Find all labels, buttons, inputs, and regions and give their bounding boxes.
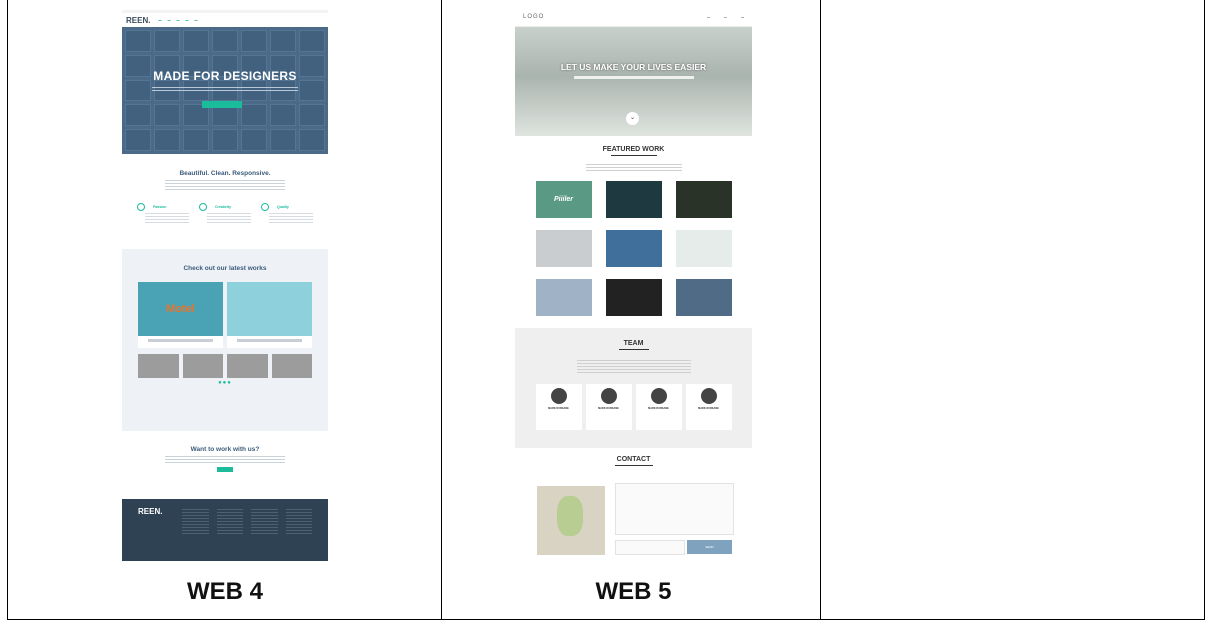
hero: MADE FOR DESIGNERS [122,27,328,154]
nav-menu: ▬ ▬ ▬ [707,15,744,19]
feature-item: Quality [261,203,313,225]
portfolio-grid: Piiiler [515,181,752,316]
portfolio-item [535,230,592,267]
team-section: TEAM MARK DURKANE MARK DURKANE MARK DURK… [515,328,752,448]
logo: LOGO [523,13,545,20]
footer-columns [182,509,312,535]
work-cards: Motel [122,272,328,348]
card-image: Motel [138,282,223,336]
map [537,486,605,555]
portfolio-item [675,181,732,218]
caption-web5: WEB 5 [595,578,672,605]
work-card [227,282,312,348]
portfolio-item [605,279,662,316]
work-thumbnails [122,348,328,378]
column-divider [820,0,821,620]
portfolio-item [605,181,662,218]
star-icon [261,203,269,211]
title-underline [614,465,653,466]
send-button: SEND [687,540,732,554]
feature-item: Creativity [199,203,251,225]
team-members: MARK DURKANE MARK DURKANE MARK DURKANE M… [515,384,752,430]
nav-item: ▬ [167,18,171,22]
hero: LET US MAKE YOUR LIVES EASIER ⌄ [515,27,752,136]
avatar [600,388,617,404]
featured-title: FEATURED WORK [602,146,665,153]
nav-item: ▬ [194,18,198,22]
team-member-card: MARK DURKANE [685,384,732,430]
portfolio-item [605,230,662,267]
section-title: Beautiful. Clean. Responsive. [179,170,271,177]
team-member-card: MARK DURKANE [535,384,582,430]
web5-screenshot: LOGO ▬ ▬ ▬ LET US MAKE YOUR LIVES EASIER ⌄… [515,7,752,560]
nav-item: ▬ [158,18,162,22]
works-title: Check out our latest works [183,265,267,272]
intro-text [165,180,285,192]
contact-section: CONTACT SEND [515,448,752,560]
hero-title: LET US MAKE YOUR LIVES EASIER [560,62,707,72]
nav-item: ▬ [707,14,710,19]
hero-title: MADE FOR DESIGNERS [153,69,297,83]
footer: REEN. [122,499,328,561]
cta-section: Want to work with us? [122,431,328,499]
heart-icon [137,203,145,211]
cta-button [217,467,233,472]
logo: REEN. [126,15,151,25]
cta-text [165,456,285,463]
nav-item: ▬ [185,18,189,22]
features: Passion Creativity Quality [122,195,328,225]
portfolio-item [675,279,732,316]
chevron-down-icon: ⌄ [626,112,639,125]
featured-text [585,164,682,171]
team-text [576,360,691,374]
hero-button [202,101,242,108]
title-underline [610,155,657,156]
avatar [550,388,567,404]
contact-title: CONTACT [616,456,651,463]
nav-menu: ▬ ▬ ▬ ▬ ▬ [158,18,197,22]
web4-screenshot: REEN. ▬ ▬ ▬ ▬ ▬ MADE FOR DESIGNERS Beautiful… [122,10,328,561]
featured-work-section: FEATURED WORK Piiiler [515,136,752,328]
cta-title: Want to work with us? [190,446,260,453]
message-field [615,483,734,535]
hero-text [573,76,694,79]
feature-item: Passion [137,203,189,225]
portfolio-item [675,230,732,267]
works-section: Check out our latest works Motel ●●● [122,249,328,431]
navbar: REEN. ▬ ▬ ▬ ▬ ▬ [122,13,328,27]
team-title: TEAM [623,340,644,347]
bulb-icon [199,203,207,211]
avatar [650,388,667,404]
column-divider [441,0,442,620]
team-member-card: MARK DURKANE [585,384,632,430]
portfolio-item: Piiiler [535,181,592,218]
portfolio-item [535,279,592,316]
hero-text [152,87,298,93]
avatar [700,388,717,404]
navbar: LOGO ▬ ▬ ▬ [515,7,752,27]
pager-dots: ●●● [218,380,232,386]
card-image [227,282,312,336]
intro-section: Beautiful. Clean. Responsive. Passion Cr… [122,154,328,249]
nav-item: ▬ [724,14,727,19]
caption-web4: WEB 4 [186,578,263,605]
work-card: Motel [138,282,223,348]
title-underline [618,349,649,350]
email-field [615,540,685,555]
nav-item: ▬ [176,18,180,22]
team-member-card: MARK DURKANE [635,384,682,430]
nav-item: ▬ [741,14,744,19]
